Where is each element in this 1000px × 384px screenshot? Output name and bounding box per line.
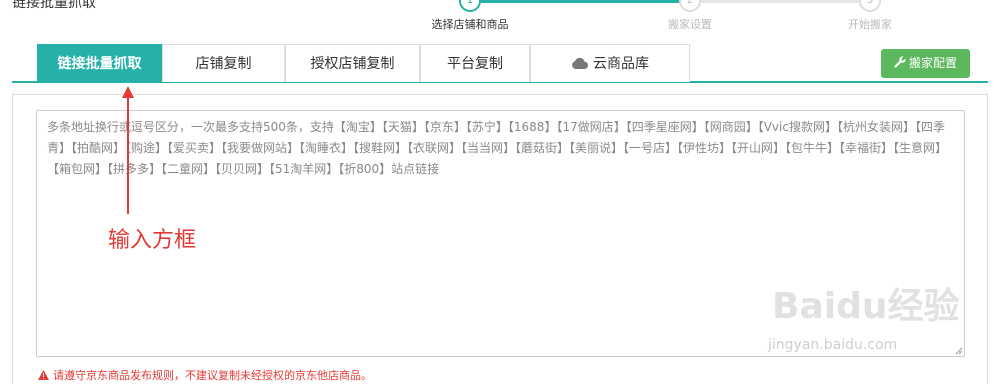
tab-link-batch-grab[interactable]: 链接批量抓取 — [37, 44, 162, 82]
step-label: 选择店铺和商品 — [431, 18, 509, 31]
textarea-placeholder: 多条地址换行或逗号区分，一次最多支持500条，支持【淘宝】【天猫】【京东】【苏宁… — [47, 120, 948, 176]
button-label: 搬家配置 — [908, 56, 957, 70]
annotation-label: 输入方框 — [108, 228, 197, 253]
app-root: 链接批量抓取 1 选择店铺和商品 2 搬家设置 3 开始搬家 链接批量抓取 店铺… — [0, 0, 1000, 384]
stepper-line-pending — [695, 0, 865, 3]
step-number: 2 — [679, 0, 701, 12]
stepper-line-complete — [470, 0, 695, 3]
tab-platform-copy[interactable]: 平台复制 — [420, 44, 530, 82]
step-number: 1 — [459, 0, 481, 12]
tab-label: 授权店铺复制 — [310, 56, 395, 72]
warning-icon — [38, 370, 49, 380]
tab-authorized-shop-copy[interactable]: 授权店铺复制 — [285, 44, 420, 82]
baidu-watermark: Baidu经验 jingyan.baidu.com — [760, 275, 960, 375]
watermark-url: jingyan.baidu.com — [768, 337, 898, 353]
tab-shop-copy[interactable]: 店铺复制 — [162, 44, 285, 82]
warning-text: 请遵守京东商品发布规则，不建议复制未经授权的京东他店商品。 — [53, 369, 372, 382]
red-arrow-icon — [122, 86, 134, 214]
wrench-icon — [894, 56, 906, 68]
warning-notice: 请遵守京东商品发布规则，不建议复制未经授权的京东他店商品。 — [38, 367, 372, 383]
cloud-icon — [572, 57, 588, 69]
progress-stepper: 1 选择店铺和商品 2 搬家设置 3 开始搬家 — [380, 0, 980, 34]
watermark-logo: Baidu经验 — [772, 286, 960, 327]
step-label: 开始搬家 — [848, 18, 892, 31]
move-config-button[interactable]: 搬家配置 — [881, 49, 970, 78]
tab-cloud-product-library[interactable]: 云商品库 — [530, 44, 690, 82]
tab-bar: 链接批量抓取 店铺复制 授权店铺复制 平台复制 云商品库 — [12, 44, 988, 83]
tab-label: 店铺复制 — [195, 56, 252, 72]
tab-label: 平台复制 — [447, 56, 503, 72]
page-title: 链接批量抓取 — [12, 0, 96, 11]
step-number: 3 — [859, 0, 881, 12]
tab-label: 云商品库 — [593, 56, 649, 72]
tab-label: 链接批量抓取 — [57, 56, 142, 72]
step-label: 搬家设置 — [668, 18, 712, 31]
